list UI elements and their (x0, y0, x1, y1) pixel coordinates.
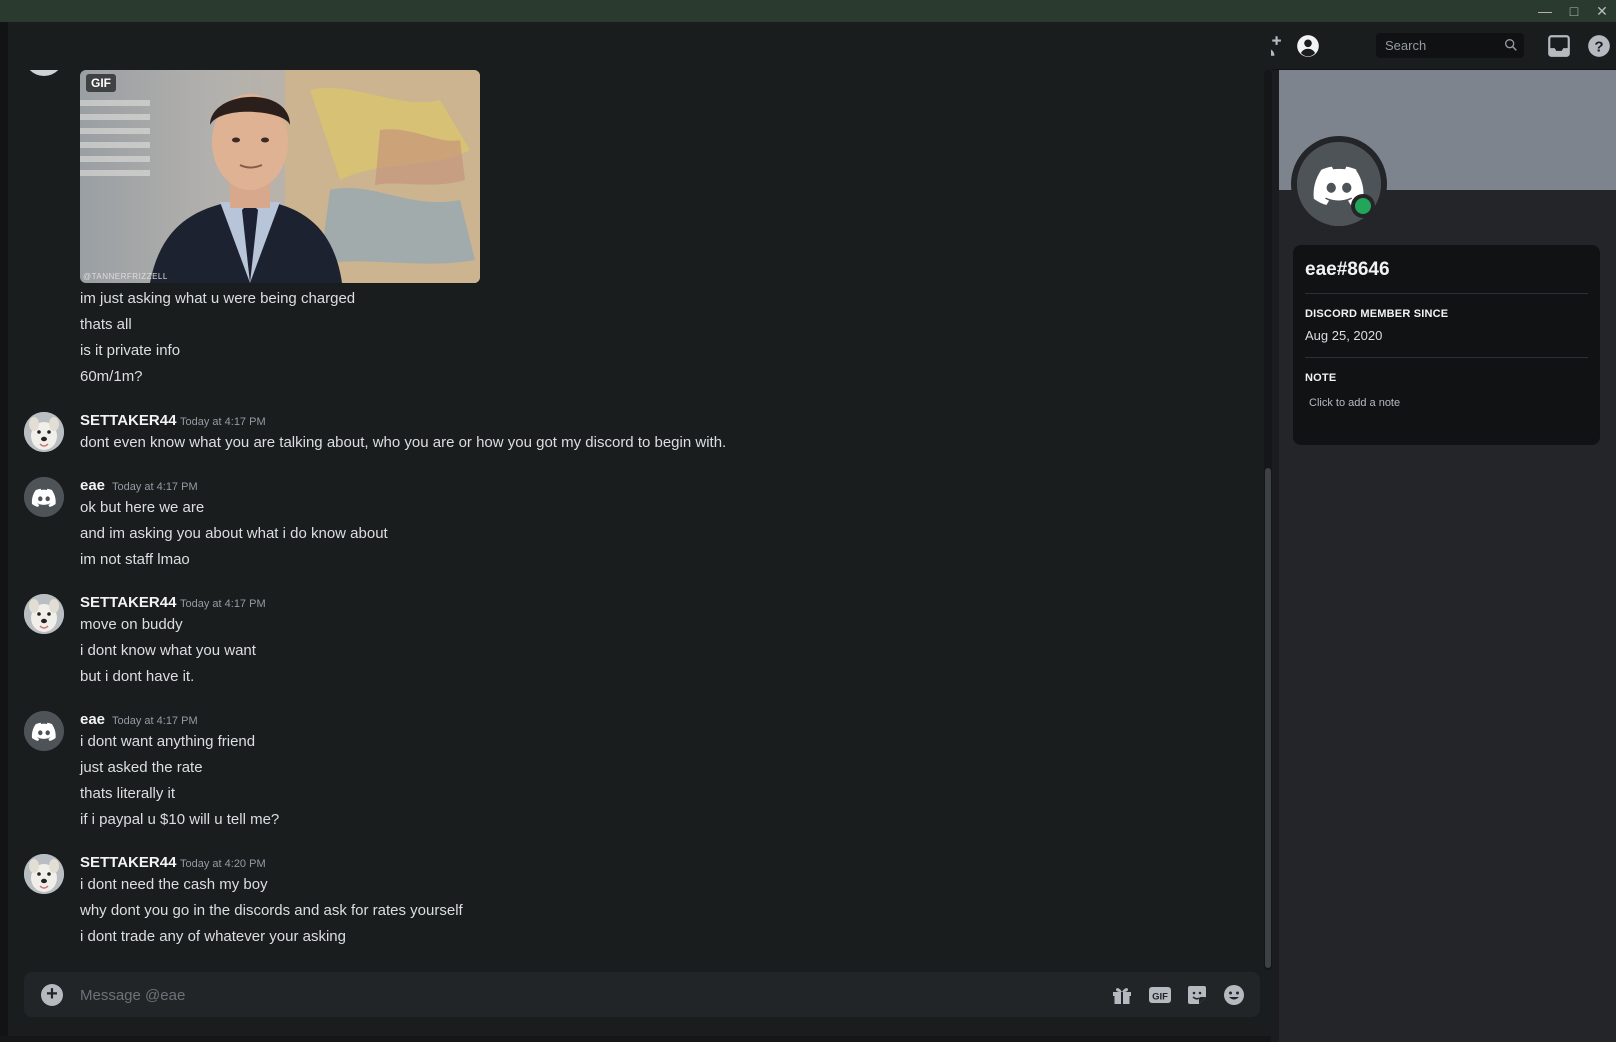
message-timestamp: Today at 4:20 PM (180, 858, 266, 870)
message-author[interactable]: eae (80, 477, 105, 494)
message-text: im not staff lmao (80, 551, 190, 568)
message-timestamp: Today at 4:17 PM (180, 598, 266, 610)
message-timestamp: Today at 4:17 PM (112, 481, 198, 493)
message-text: move on buddy (80, 616, 183, 633)
message-text: i dont trade any of whatever your asking (80, 928, 346, 945)
search-box[interactable]: Search (1376, 33, 1524, 58)
inbox-icon[interactable] (1546, 33, 1572, 59)
message-text: 60m/1m? (80, 368, 143, 385)
message-author[interactable]: SETTAKER44 (80, 854, 176, 871)
member-since-date: Aug 25, 2020 (1305, 328, 1383, 343)
message-text: and im asking you about what i do know a… (80, 525, 388, 542)
message-text: i dont know what you want (80, 642, 256, 659)
message-text: thats all (80, 316, 132, 333)
minimize-button[interactable]: — (1531, 0, 1559, 22)
header-cover (8, 22, 1271, 70)
gif-badge: GIF (86, 74, 116, 92)
left-edge (0, 22, 8, 1042)
member-since-label: DISCORD MEMBER SINCE (1305, 308, 1449, 320)
message-text: ok but here we are (80, 499, 205, 516)
close-button[interactable]: ✕ (1588, 0, 1616, 22)
avatar[interactable] (24, 477, 64, 517)
sticker-icon[interactable] (1185, 983, 1209, 1007)
message-author[interactable]: SETTAKER44 (80, 412, 176, 429)
message-text: thats literally it (80, 785, 176, 802)
search-placeholder: Search (1385, 38, 1427, 53)
message-text: is it private info (80, 342, 181, 359)
message-composer: + GIF (24, 972, 1260, 1017)
avatar[interactable] (24, 412, 64, 452)
maximize-button[interactable]: □ (1560, 0, 1588, 22)
message-author[interactable]: eae (80, 711, 105, 728)
profile-username-tag[interactable]: eae#8646 (1305, 259, 1390, 281)
user-profile-icon[interactable] (1295, 33, 1321, 59)
message-timestamp: Today at 4:17 PM (112, 715, 198, 727)
svg-text:?: ? (1594, 38, 1603, 55)
gif-watermark: @TANNERFRIZZELL (83, 272, 168, 281)
message-text: i dont want anything friend (80, 733, 256, 750)
divider (1305, 293, 1588, 294)
message-text: if i paypal u $10 will u tell me? (80, 811, 280, 828)
bottom-strip (0, 1036, 1271, 1042)
gif-attachment[interactable]: GIF @TANNERFRIZZELL (80, 70, 480, 283)
note-input[interactable]: Click to add a note (1309, 397, 1400, 409)
help-icon[interactable]: ? (1586, 33, 1612, 59)
message-author[interactable]: SETTAKER44 (80, 594, 176, 611)
gift-icon[interactable] (1110, 983, 1134, 1007)
avatar[interactable] (24, 594, 64, 634)
message-text: i dont need the cash my boy (80, 876, 268, 893)
profile-card: eae#8646 DISCORD MEMBER SINCE Aug 25, 20… (1293, 245, 1600, 445)
window-titlebar: — □ ✕ (0, 0, 1616, 22)
gif-icon[interactable]: GIF (1148, 983, 1172, 1007)
message-timestamp: Today at 4:17 PM (180, 416, 266, 428)
emoji-icon[interactable] (1222, 983, 1246, 1007)
gif-image (80, 70, 480, 283)
avatar[interactable] (24, 854, 64, 894)
message-text: why dont you go in the discords and ask … (80, 902, 463, 919)
message-text: but i dont have it. (80, 668, 195, 685)
scrollbar-thumb[interactable] (1265, 468, 1271, 968)
attach-plus-icon[interactable]: + (41, 984, 63, 1006)
message-text: im just asking what u were being charged (80, 290, 356, 307)
gif-icon-label: GIF (1152, 992, 1168, 1003)
message-text: just asked the rate (80, 759, 203, 776)
online-status-dot (1355, 198, 1371, 214)
avatar[interactable] (24, 711, 64, 751)
divider (1305, 357, 1588, 358)
search-icon (1503, 37, 1519, 53)
message-text: dont even know what you are talking abou… (80, 434, 727, 451)
note-label: NOTE (1305, 372, 1337, 384)
message-input[interactable] (80, 984, 980, 1006)
user-profile-panel: eae#8646 DISCORD MEMBER SINCE Aug 25, 20… (1279, 70, 1616, 1042)
